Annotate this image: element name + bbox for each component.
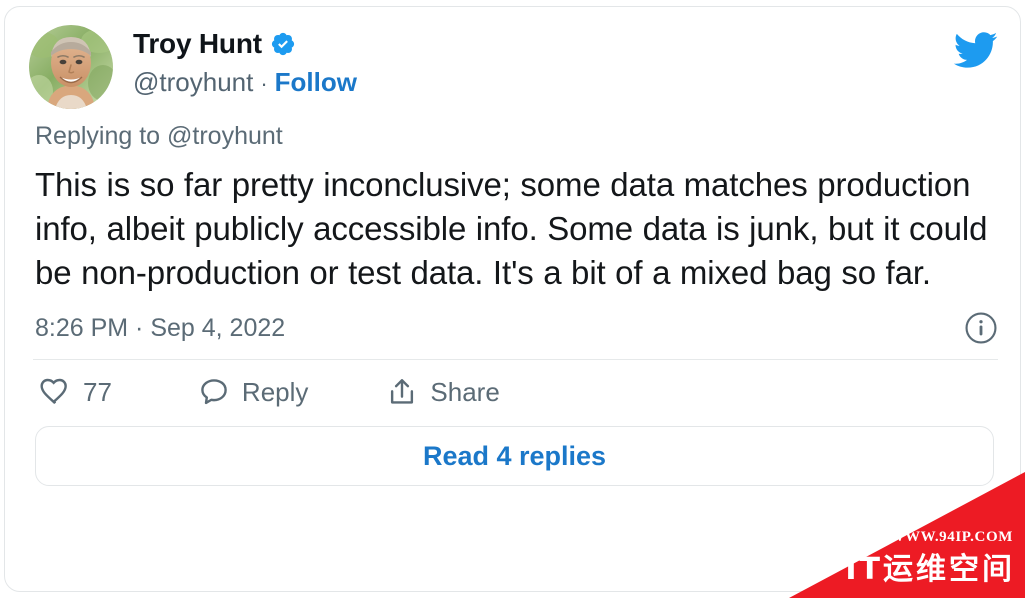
action-bar: 77 Reply Share [5, 360, 1020, 424]
reply-button[interactable]: Reply [198, 376, 308, 408]
heart-icon [40, 378, 67, 404]
identity-block: Troy Hunt @troyhunt · Follow [133, 25, 357, 97]
share-label: Share [430, 377, 500, 407]
replying-to-prefix: Replying to [35, 122, 161, 150]
handle[interactable]: @troyhunt [133, 68, 253, 97]
twitter-bird-icon[interactable] [952, 27, 998, 73]
replying-to-mention[interactable]: @troyhunt [167, 122, 283, 150]
follow-button[interactable]: Follow [275, 68, 357, 97]
display-name[interactable]: Troy Hunt [133, 30, 262, 58]
replying-to: Replying to @troyhunt [5, 103, 1020, 151]
share-button[interactable]: Share [386, 376, 500, 408]
info-circle-icon[interactable] [964, 311, 998, 345]
tweet-text: This is so far pretty inconclusive; some… [35, 166, 988, 291]
tweet-header: Troy Hunt @troyhunt · Follow [5, 7, 1020, 109]
verified-badge-icon [271, 32, 294, 56]
handle-row: @troyhunt · Follow [133, 68, 357, 97]
timestamp-row: 8:26 PM · Sep 4, 2022 [5, 295, 1020, 345]
like-button[interactable]: 77 [39, 376, 112, 408]
avatar[interactable] [29, 25, 113, 109]
comment-icon [201, 379, 227, 405]
reply-label: Reply [241, 377, 309, 407]
share-icon [391, 379, 414, 404]
read-replies-button[interactable]: Read 4 replies [35, 426, 994, 486]
like-count: 77 [83, 377, 112, 407]
name-row: Troy Hunt [133, 27, 357, 61]
timestamp[interactable]: 8:26 PM · Sep 4, 2022 [35, 314, 285, 343]
handle-separator: · [260, 71, 268, 96]
read-replies-wrap: Read 4 replies [5, 424, 1020, 486]
tweet-card: Troy Hunt @troyhunt · Follow Replying to… [4, 6, 1021, 592]
